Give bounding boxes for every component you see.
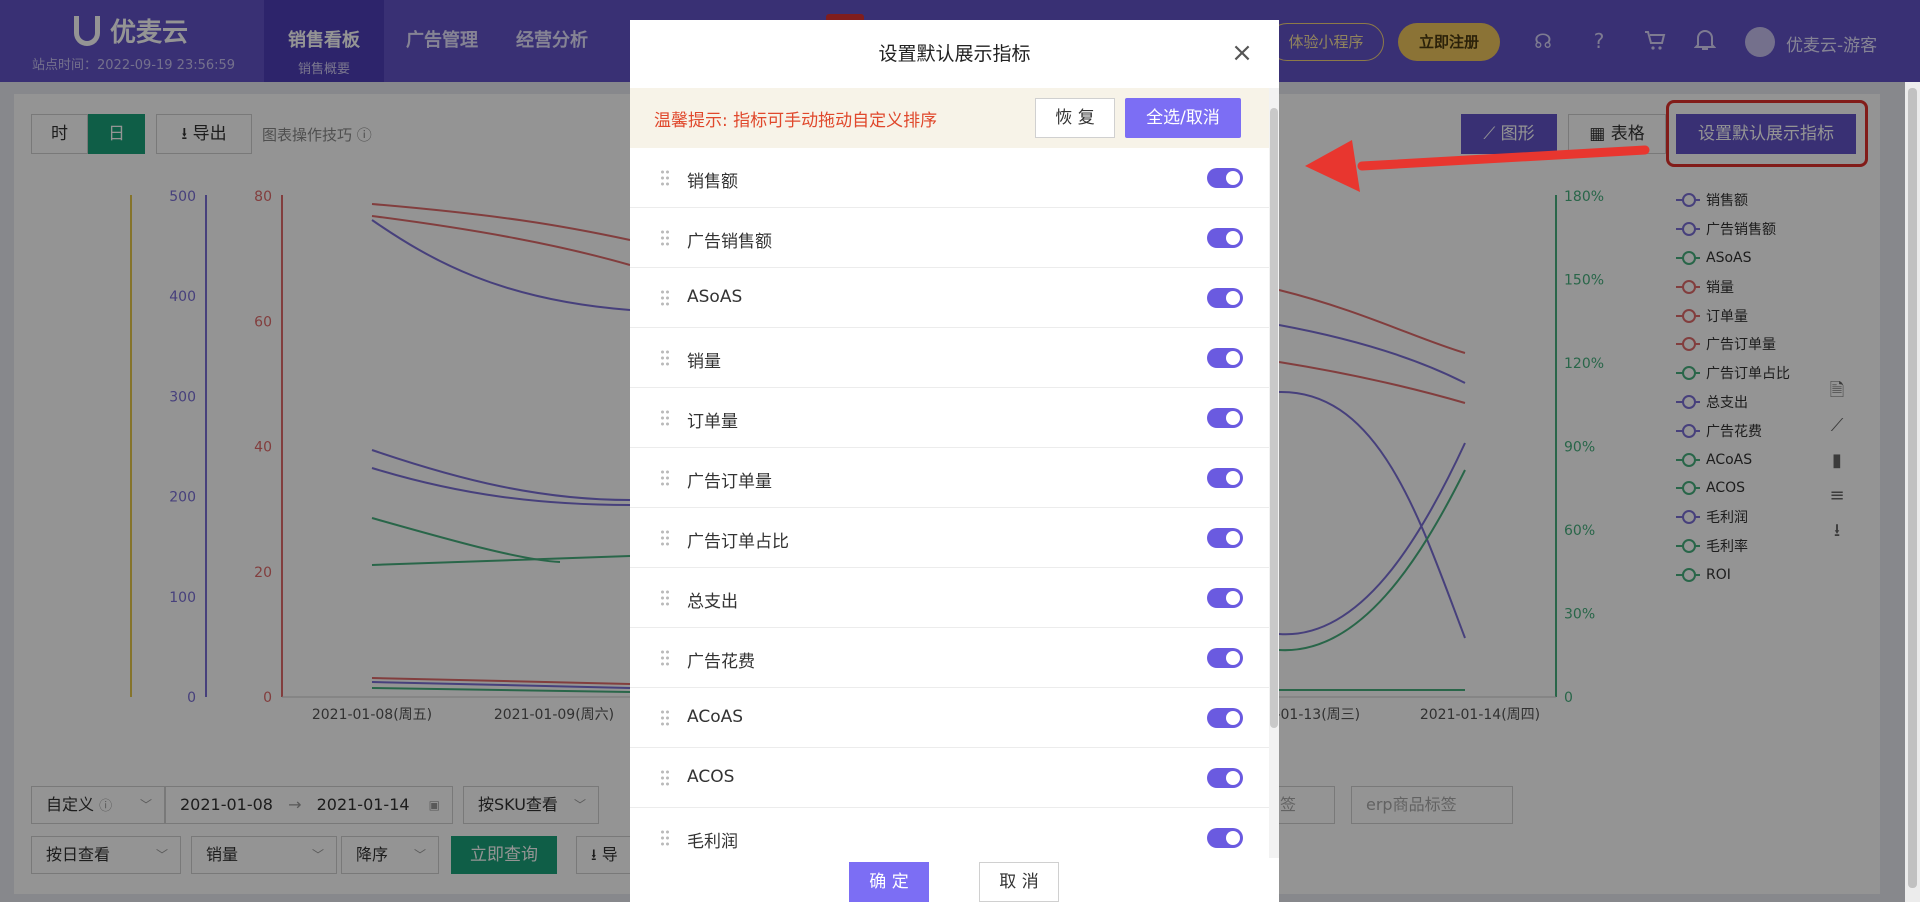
metric-row[interactable]: ASoAS [630,268,1269,328]
metric-list: 销售额广告销售额 ASoAS 销量订单量广告订单量广告订单占比 总支出广告花费 ACoA… [630,148,1269,860]
drag-handle-icon[interactable] [660,529,670,547]
metric-label: 广告订单量 [687,472,772,492]
metric-toggle[interactable] [1207,648,1243,668]
tip-bar: 温馨提示: 指标可手动拖动自定义排序 恢 复 全选/取消 [630,88,1279,148]
drag-handle-icon[interactable] [660,589,670,607]
metric-toggle[interactable] [1207,828,1243,848]
drag-handle-icon[interactable] [660,229,670,247]
metric-row[interactable]: ACOS [630,748,1269,808]
confirm-button[interactable]: 确 定 [849,862,929,902]
dialog-scrollbar[interactable] [1269,88,1279,858]
page-scroll-thumb[interactable] [1908,88,1917,888]
metric-row[interactable]: 总支出 [630,568,1269,628]
dialog-title: 设置默认展示指标 [878,43,1031,65]
drag-handle-icon[interactable] [660,349,670,367]
drag-handle-icon[interactable] [660,169,670,187]
select-all-button[interactable]: 全选/取消 [1125,98,1241,138]
metric-toggle[interactable] [1207,588,1243,608]
metric-row[interactable]: 销量 [630,328,1269,388]
drag-handle-icon[interactable] [660,649,670,667]
cancel-button[interactable]: 取 消 [979,862,1059,902]
tip-text: 温馨提示: 指标可手动拖动自定义排序 [654,111,938,131]
drag-handle-icon[interactable] [660,769,670,787]
metric-label: 广告花费 [687,652,755,672]
drag-handle-icon[interactable] [660,409,670,427]
close-icon[interactable]: × [1227,38,1257,68]
metric-toggle[interactable] [1207,708,1243,728]
metric-label: 毛利润 [687,832,738,852]
metric-toggle[interactable] [1207,168,1243,188]
metric-label: 广告订单占比 [687,532,789,552]
metric-label: 总支出 [687,592,738,612]
restore-button[interactable]: 恢 复 [1035,98,1115,138]
metric-label: 订单量 [687,412,738,432]
metric-row[interactable]: 毛利润 [630,808,1269,860]
metric-toggle[interactable] [1207,348,1243,368]
page-scrollbar[interactable] [1905,82,1920,902]
metric-row[interactable]: 广告花费 [630,628,1269,688]
metric-row[interactable]: 广告销售额 [630,208,1269,268]
drag-handle-icon[interactable] [660,289,670,307]
metric-toggle[interactable] [1207,408,1243,428]
metric-row[interactable]: 广告订单占比 [630,508,1269,568]
metric-label: ACoAS [687,707,744,727]
metric-toggle[interactable] [1207,468,1243,488]
metric-toggle[interactable] [1207,228,1243,248]
metric-row[interactable]: 销售额 [630,148,1269,208]
metric-label: 销量 [687,352,721,372]
drag-handle-icon[interactable] [660,469,670,487]
metric-toggle[interactable] [1207,288,1243,308]
metric-row[interactable]: ACoAS [630,688,1269,748]
metric-toggle[interactable] [1207,768,1243,788]
drag-handle-icon[interactable] [660,709,670,727]
metric-label: 销售额 [687,172,738,192]
metric-row[interactable]: 订单量 [630,388,1269,448]
metric-row[interactable]: 广告订单量 [630,448,1269,508]
drag-handle-icon[interactable] [660,829,670,847]
metric-label: 广告销售额 [687,232,772,252]
set-default-metrics-dialog: 设置默认展示指标 × 温馨提示: 指标可手动拖动自定义排序 恢 复 全选/取消 … [630,20,1279,902]
metric-label: ASoAS [687,287,743,307]
metric-label: ACOS [687,767,735,787]
metric-toggle[interactable] [1207,528,1243,548]
scroll-thumb[interactable] [1270,108,1278,728]
